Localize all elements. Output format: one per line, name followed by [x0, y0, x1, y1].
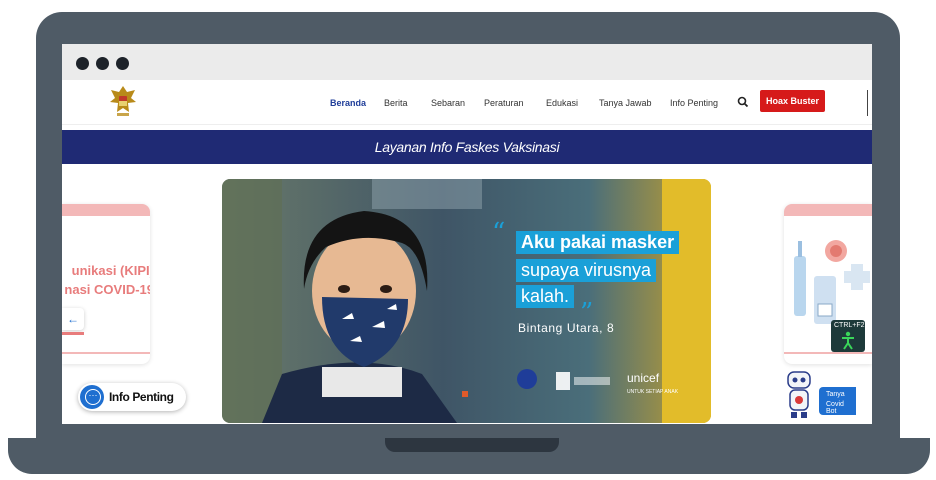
unicef-tagline: UNTUK SETIAP ANAK: [627, 389, 679, 395]
kipi-card-title-line1: unikasi (KIPI): [71, 263, 150, 278]
quote-line-3: kalah.: [516, 285, 575, 308]
nav-info-penting[interactable]: Info Penting: [670, 98, 718, 108]
robot-mascot-icon[interactable]: [782, 370, 816, 420]
window-close-dot[interactable]: [76, 57, 89, 70]
search-icon[interactable]: [736, 95, 750, 109]
window-minimize-dot[interactable]: [96, 57, 109, 70]
arrow-left-icon[interactable]: ←: [62, 308, 84, 330]
nav-berita[interactable]: Berita: [384, 98, 408, 108]
accessibility-button[interactable]: CTRL+F2: [831, 320, 865, 352]
accessibility-icon: [842, 331, 854, 350]
covid-bot-line2: Covid Bot: [826, 401, 844, 415]
quote-line-2: supaya virusnya: [516, 259, 657, 282]
nav-peraturan[interactable]: Peraturan: [484, 98, 524, 108]
card-underline: [62, 332, 84, 335]
laptop-screen: Beranda Berita Sebaran Peraturan Edukasi…: [62, 44, 872, 424]
laptop-notch: [385, 438, 559, 452]
kipi-card[interactable]: unikasi (KIPI) nasi COVID-19 ←: [62, 204, 150, 364]
garuda-emblem-icon[interactable]: [108, 84, 138, 118]
masked-child-photo: “ ”: [222, 179, 711, 423]
hoax-buster-button[interactable]: Hoax Buster: [760, 90, 825, 112]
card-top-stripe: [784, 204, 872, 216]
card-divider: [62, 352, 150, 354]
ctrl-shortcut-label: CTRL+F2: [834, 322, 865, 329]
info-penting-label: Info Penting: [109, 390, 174, 404]
hero-slide[interactable]: “ ” Aku pakai masker supaya virusnya kal…: [222, 179, 711, 423]
vaccine-illustration-icon: [794, 240, 870, 324]
nav-sebaran[interactable]: Sebaran: [431, 98, 465, 108]
nav-beranda[interactable]: Beranda: [330, 98, 366, 108]
svg-text:“: “: [492, 218, 505, 248]
site-navbar: Beranda Berita Sebaran Peraturan Edukasi…: [62, 80, 872, 125]
info-penting-button[interactable]: ··· Info Penting: [78, 383, 186, 411]
unicef-logo: unicef: [627, 371, 660, 385]
nav-edukasi[interactable]: Edukasi: [546, 98, 578, 108]
kipi-card-title-line2: nasi COVID-19: [64, 282, 150, 297]
browser-chrome: [62, 44, 872, 80]
quote-line-1: Aku pakai masker: [516, 231, 680, 254]
card-top-stripe: [62, 204, 150, 216]
window-maximize-dot[interactable]: [116, 57, 129, 70]
card-divider: [784, 352, 872, 354]
nav-tanya-jawab[interactable]: Tanya Jawab: [599, 98, 652, 108]
covid-bot-button[interactable]: Tanya Covid Bot: [819, 387, 856, 415]
navbar-divider: [867, 90, 868, 116]
info-faskes-banner[interactable]: Layanan Info Faskes Vaksinasi: [62, 130, 872, 164]
chat-bubble-icon: ···: [80, 385, 104, 409]
slide-caption: Bintang Utara, 8: [518, 321, 615, 335]
covid-bot-line1: Tanya: [826, 391, 845, 398]
slide-indicator[interactable]: [462, 391, 468, 397]
